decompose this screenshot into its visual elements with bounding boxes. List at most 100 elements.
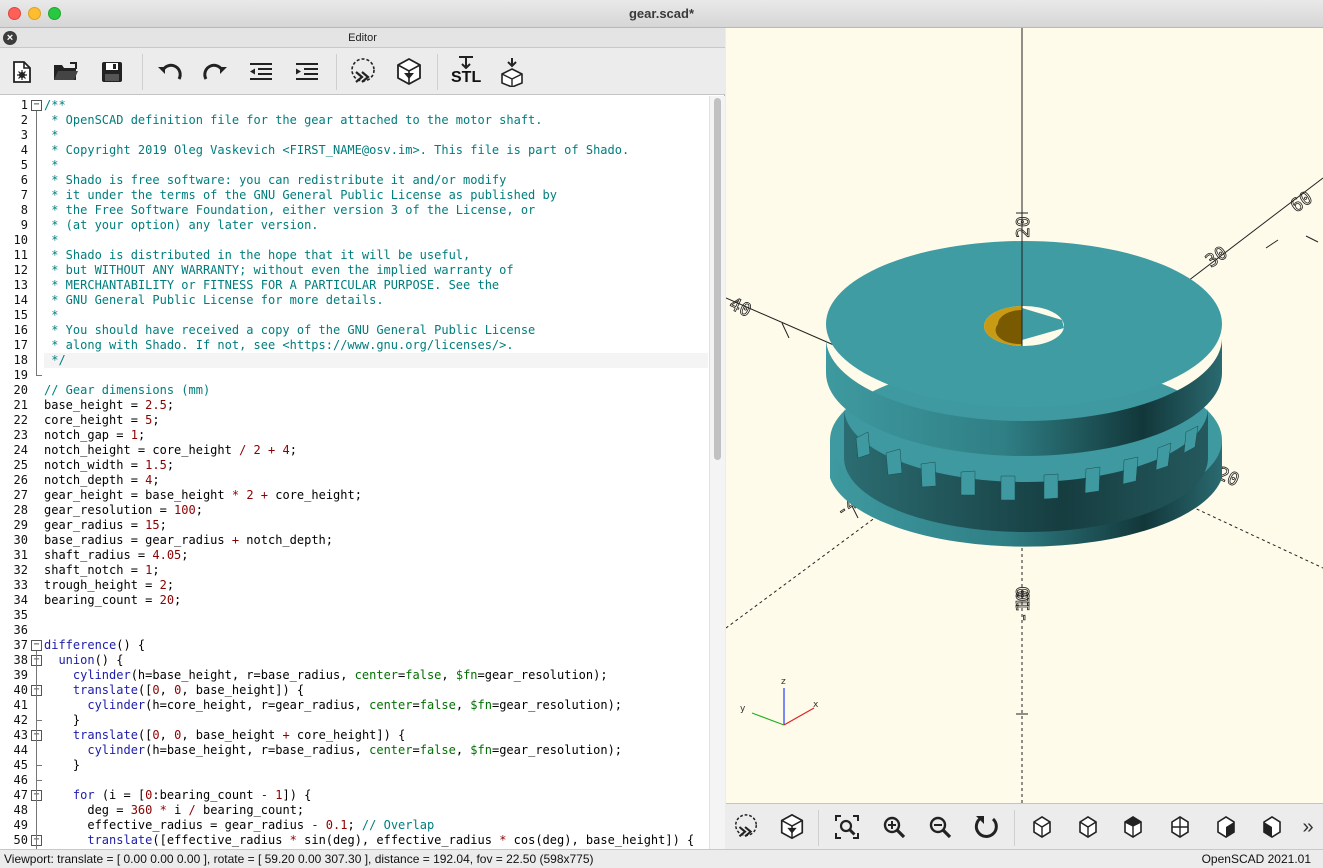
zoom-out-icon <box>929 816 952 839</box>
cube-bottom-icon <box>1124 816 1142 838</box>
3d-viewport[interactable]: 20 40 60 -20 -40 10 -10 30 <box>726 28 1323 803</box>
render-button[interactable] <box>391 54 427 90</box>
save-button[interactable] <box>94 54 130 90</box>
3d-print-icon <box>501 58 523 87</box>
tick-label: -10 <box>1013 590 1034 623</box>
view-bottom-button[interactable] <box>1117 810 1149 844</box>
cube-back-icon <box>1263 816 1281 838</box>
cube-right-icon <box>1033 816 1051 838</box>
axis-y-label: y <box>740 704 746 714</box>
zoom-in-icon <box>883 816 906 839</box>
code-line: * Shado is distributed in the hope that … <box>44 248 471 262</box>
fold-toggle[interactable]: − <box>31 100 42 111</box>
line-number: 32 <box>13 563 28 577</box>
fold-toggle[interactable]: − <box>31 640 42 651</box>
code-line: * <box>44 233 59 247</box>
editor-vertical-scrollbar[interactable] <box>709 96 725 849</box>
zoom-out-button[interactable] <box>924 810 956 844</box>
code-line: for (i = [0:bearing_count - 1]) { <box>72 788 312 802</box>
preview-icon <box>734 814 758 838</box>
line-number: 29 <box>13 518 28 532</box>
line-number: 19 <box>13 368 28 382</box>
code-line: * <box>44 158 59 172</box>
line-number: 50 <box>13 833 28 847</box>
line-number: 8 <box>20 203 28 217</box>
line-number: 18 <box>13 353 28 367</box>
preview-button[interactable] <box>345 54 381 90</box>
line-number: 24 <box>13 443 28 457</box>
export-stl-button[interactable]: STL <box>447 54 483 90</box>
line-number: 48 <box>13 803 28 817</box>
view-top-button[interactable] <box>1072 810 1104 844</box>
code-line: notch_depth = 4; <box>44 473 160 487</box>
code-line: * OpenSCAD definition file for the gear … <box>44 113 543 127</box>
toolbar-separator <box>336 54 337 90</box>
fold-end <box>36 720 42 721</box>
export-stl-icon <box>459 56 473 69</box>
send-to-print-button[interactable] <box>494 54 530 90</box>
window-title: gear.scad* <box>628 6 695 21</box>
code-line: translate([effective_radius * sin(deg), … <box>87 833 695 847</box>
version-label: OpenSCAD 2021.01 <box>1201 852 1311 866</box>
scrollbar-thumb[interactable] <box>714 98 721 460</box>
code-line: cylinder(h=base_height, r=base_radius, c… <box>72 668 608 682</box>
toolbar-separator <box>818 810 819 846</box>
code-line: } <box>44 713 81 727</box>
render-icon <box>397 57 421 86</box>
line-number: 35 <box>13 608 28 622</box>
status-bar: Viewport: translate = [ 0.00 0.00 0.00 ]… <box>0 849 1323 868</box>
cube-top-icon <box>1079 816 1097 838</box>
code-line: * <box>44 308 59 322</box>
fold-guide <box>36 696 37 720</box>
new-file-icon <box>13 61 31 83</box>
undo-button[interactable] <box>152 54 188 90</box>
code-editor[interactable]: 1 2 3 4 5 6 7 8 9 10 11 12 13 14 15 16 17 18 19 20 21 22 23 24 2… <box>0 96 725 849</box>
line-number: 47 <box>13 788 28 802</box>
line-number: 28 <box>13 503 28 517</box>
code-line: notch_gap = 1; <box>44 428 146 442</box>
cube-front-icon <box>1217 816 1235 838</box>
view-left-button[interactable] <box>1164 810 1196 844</box>
line-number: 37 <box>13 638 28 652</box>
code-line: * the Free Software Foundation, either v… <box>44 203 536 217</box>
code-line: difference() { <box>44 638 146 652</box>
view-back-button[interactable] <box>1256 810 1288 844</box>
code-line: shaft_notch = 1; <box>44 563 160 577</box>
line-number: 46 <box>13 773 28 787</box>
viewport-status: Viewport: translate = [ 0.00 0.00 0.00 ]… <box>4 852 594 866</box>
view-render-button[interactable] <box>776 810 808 844</box>
line-number: 16 <box>13 323 28 337</box>
line-number: 5 <box>20 158 28 172</box>
indent-icon <box>296 63 318 80</box>
code-line: deg = 360 * i / bearing_count; <box>44 803 305 817</box>
zoom-in-button[interactable] <box>878 810 910 844</box>
code-line: core_height = 5; <box>44 413 160 427</box>
line-number: 11 <box>13 248 28 262</box>
code-line: * Copyright 2019 Oleg Vaskevich <FIRST_N… <box>44 143 630 157</box>
code-line: gear_height = base_height * 2 + core_hei… <box>44 488 362 502</box>
new-file-button[interactable] <box>4 54 40 90</box>
editor-title: Editor <box>348 32 377 44</box>
fold-end <box>36 765 42 766</box>
line-number: 42 <box>13 713 28 727</box>
line-number-gutter: 1 2 3 4 5 6 7 8 9 10 11 12 13 14 15 16 17 18 19 20 21 22 23 24 2… <box>0 96 44 849</box>
code-line: cylinder(h=core_height, r=gear_radius, c… <box>87 698 623 712</box>
unindent-button[interactable] <box>243 54 279 90</box>
view-preview-button[interactable] <box>730 810 762 844</box>
reset-view-button[interactable] <box>970 810 1002 844</box>
line-number: 21 <box>13 398 28 412</box>
viewport-toolbar: » <box>726 803 1323 849</box>
indent-button[interactable] <box>289 54 325 90</box>
redo-icon <box>203 63 227 80</box>
redo-button[interactable] <box>197 54 233 90</box>
floppy-disk-icon <box>102 62 122 82</box>
more-tools-button[interactable]: » <box>1296 810 1320 844</box>
code-line: translate([0, 0, base_height + core_heig… <box>72 728 406 742</box>
view-right-button[interactable] <box>1026 810 1058 844</box>
code-line: * (at your option) any later version. <box>44 218 319 232</box>
line-number: 2 <box>20 113 28 127</box>
open-file-button[interactable] <box>48 54 84 90</box>
code-line: bearing_count = 20; <box>44 593 182 607</box>
view-front-button[interactable] <box>1210 810 1242 844</box>
view-all-button[interactable] <box>831 810 863 844</box>
